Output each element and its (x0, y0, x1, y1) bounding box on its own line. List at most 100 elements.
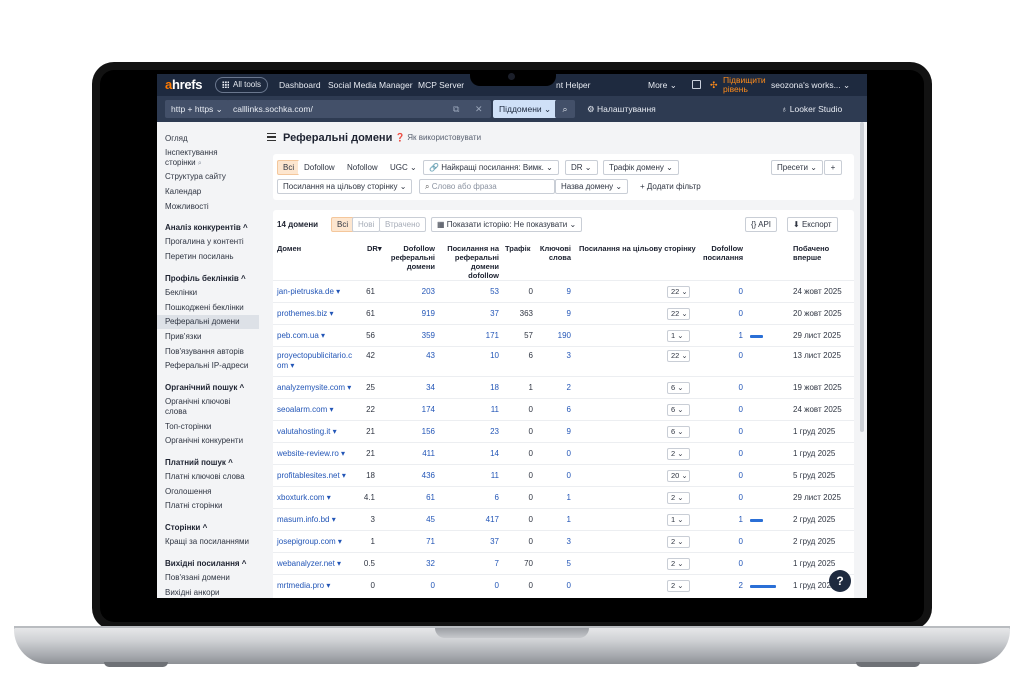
table-row[interactable]: mrtmedia.pro ▾ 0 0 0 0 0 2 ⌄ 2 1 груд 2025 (273, 574, 854, 596)
keywords-value[interactable]: 190 (539, 331, 571, 341)
dr-filter[interactable]: DR ⌄ (565, 160, 598, 175)
keywords-value[interactable]: 0 (539, 449, 571, 459)
header-dr[interactable]: DR▾ (367, 244, 382, 253)
best-links-select[interactable]: 🔗 Найкращі посилання: Вимк. ⌄ (423, 160, 559, 175)
target-links-dropdown[interactable]: 22 ⌄ (667, 308, 690, 320)
table-row[interactable]: xboxturk.com ▾ 4.1 61 6 0 1 2 ⌄ 0 29 лист 2025 (273, 486, 854, 508)
nav-mcp-server[interactable]: MCP Server (418, 74, 464, 96)
dofollow-links-value[interactable]: 0 (703, 383, 743, 393)
export-button[interactable]: ⬇ Експорт (787, 217, 838, 232)
sidebar-item-content-gap[interactable]: Прогалина у контенті (165, 237, 244, 247)
sidebar-item-opportunities[interactable]: Можливості (165, 202, 209, 212)
target-links-dropdown[interactable]: 22 ⌄ (667, 286, 690, 298)
domain-link[interactable]: prothemes.biz ▾ (277, 309, 334, 319)
links-dofollow-value[interactable]: 23 (445, 427, 499, 437)
header-dofollow-ref[interactable]: Dofollow реферальні домени (389, 244, 435, 271)
sidebar-item-site-structure[interactable]: Структура сайту (165, 172, 226, 182)
domain-link[interactable]: mrtmedia.pro ▾ (277, 581, 330, 591)
dofollow-ref-value[interactable]: 411 (389, 449, 435, 459)
tab-all[interactable]: Всі (331, 217, 355, 232)
tab-new[interactable]: Нові (352, 217, 381, 232)
looker-studio-button[interactable]: ♁ Looker Studio (781, 96, 842, 122)
target-links-filter[interactable]: Посилання на цільову сторінку ⌄ (277, 179, 413, 194)
domain-link[interactable]: website-review.ro ▾ (277, 449, 345, 459)
target-links-dropdown[interactable]: 6 ⌄ (667, 426, 690, 438)
sidebar-item-outgoing-anchors[interactable]: Вихідні анкори (165, 588, 220, 598)
add-filter-button[interactable]: + Додати фільтр (635, 180, 706, 195)
header-target-links[interactable]: Посилання на цільову сторінку (579, 244, 696, 253)
sidebar-section-outgoing[interactable]: Вихідні посилання ^ (165, 559, 246, 569)
sidebar-section-competitors[interactable]: Аналіз конкурентів ^ (165, 223, 248, 233)
dofollow-ref-value[interactable]: 71 (389, 537, 435, 547)
sidebar-item-page-inspect-2[interactable]: сторінки ⌕ (165, 158, 202, 169)
links-dofollow-value[interactable]: 18 (445, 383, 499, 393)
dofollow-links-value[interactable]: 0 (703, 287, 743, 297)
target-links-dropdown[interactable]: 2 ⌄ (667, 558, 690, 570)
header-traffic[interactable]: Трафік (505, 244, 530, 253)
dofollow-ref-value[interactable]: 156 (389, 427, 435, 437)
keywords-value[interactable]: 9 (539, 309, 571, 319)
keywords-value[interactable]: 3 (539, 351, 571, 361)
domain-link[interactable]: jan-pietruska.de ▾ (277, 287, 340, 297)
sidebar-item-overview[interactable]: Огляд (165, 134, 188, 144)
links-dofollow-value[interactable]: 53 (445, 287, 499, 297)
sidebar-item-anchors[interactable]: Прив'язки (165, 332, 201, 342)
filter-dofollow[interactable]: Dofollow (298, 160, 341, 175)
sidebar-section-pages[interactable]: Сторінки ^ (165, 523, 207, 533)
url-input[interactable]: calllinks.sochka.com/ ⧉ ✕ (227, 100, 491, 118)
dofollow-ref-value[interactable]: 61 (389, 493, 435, 503)
keywords-value[interactable]: 6 (539, 405, 571, 415)
api-button[interactable]: {} API (745, 217, 778, 232)
dofollow-ref-value[interactable]: 919 (389, 309, 435, 319)
upgrade-link[interactable]: Підвищити рівень (723, 76, 766, 94)
dofollow-ref-value[interactable]: 359 (389, 331, 435, 341)
target-links-dropdown[interactable]: 2 ⌄ (667, 580, 690, 592)
table-row[interactable]: webanalyzer.net ▾ 0.5 32 7 70 5 2 ⌄ 0 1 груд 202… (273, 552, 854, 574)
keywords-value[interactable]: 0 (539, 581, 571, 591)
keywords-value[interactable]: 9 (539, 287, 571, 297)
filter-all[interactable]: Всі (277, 160, 301, 175)
domain-link[interactable]: valutahosting.it ▾ (277, 427, 337, 437)
dofollow-ref-value[interactable]: 43 (389, 351, 435, 361)
sidebar-item-backlinks[interactable]: Беклінки (165, 288, 197, 298)
sidebar-item-page-inspect[interactable]: Інспектування (165, 148, 218, 158)
target-links-dropdown[interactable]: 2 ⌄ (667, 448, 690, 460)
table-row[interactable]: profitablesites.net ▾ 18 436 11 0 0 20 ⌄ 0 5 гру… (273, 464, 854, 486)
presets-select[interactable]: Пресети ⌄ (771, 160, 823, 175)
table-row[interactable]: website-review.ro ▾ 21 411 14 0 0 2 ⌄ 0 1 груд 2… (273, 442, 854, 464)
sidebar-section-organic[interactable]: Органічний пошук ^ (165, 383, 244, 393)
sidebar-item-organic-competitors[interactable]: Органічні конкуренти (165, 436, 243, 446)
links-dofollow-value[interactable]: 171 (445, 331, 499, 341)
header-first-seen[interactable]: Побачено вперше (793, 244, 829, 262)
filter-nofollow[interactable]: Nofollow (341, 160, 384, 175)
sidebar-item-organic-keywords-2[interactable]: слова (165, 407, 187, 417)
dofollow-links-value[interactable]: 0 (703, 537, 743, 547)
search-button[interactable]: ⌕ (555, 100, 575, 118)
domain-link[interactable]: peb.com.ua ▾ (277, 331, 325, 341)
square-icon[interactable] (692, 80, 701, 89)
sidebar-item-link-intersect[interactable]: Перетин посилань (165, 252, 234, 262)
sidebar-item-calendar[interactable]: Календар (165, 187, 201, 197)
table-row[interactable]: masum.info.bd ▾ 3 45 417 0 1 1 ⌄ 1 2 груд 2025 (273, 508, 854, 530)
domain-name-select[interactable]: Назва домену ⌄ (555, 179, 629, 194)
domain-link[interactable]: seoalarm.com ▾ (277, 405, 334, 415)
target-links-dropdown[interactable]: 2 ⌄ (667, 492, 690, 504)
table-row[interactable]: prothemes.biz ▾ 61 919 37 363 9 22 ⌄ 0 20 жовт 2… (273, 302, 854, 324)
nav-helper[interactable]: nt Helper (556, 74, 591, 96)
nav-more-menu[interactable]: More ⌄ (648, 74, 677, 96)
settings-button[interactable]: ⚙ Налаштування (587, 96, 656, 122)
domain-link[interactable]: josepigroup.com ▾ (277, 537, 342, 547)
nav-dashboard[interactable]: Dashboard (279, 74, 321, 96)
header-domain[interactable]: Домен (277, 244, 301, 253)
links-dofollow-value[interactable]: 11 (445, 471, 499, 481)
clear-icon[interactable]: ✕ (475, 100, 483, 118)
sidebar-item-referring-ips[interactable]: Реферальні IP-адреси (165, 361, 248, 371)
sidebar-item-best-by-links[interactable]: Кращі за посиланнями (165, 537, 249, 547)
table-row[interactable]: josepigroup.com ▾ 1 71 37 0 3 2 ⌄ 0 2 груд 2025 (273, 530, 854, 552)
dofollow-links-value[interactable]: 0 (703, 427, 743, 437)
keywords-value[interactable]: 1 (539, 515, 571, 525)
ahrefs-logo[interactable]: ahrefs (165, 74, 203, 96)
header-keywords[interactable]: Ключові слова (539, 244, 571, 262)
account-menu[interactable]: seozona's works... ⌄ (771, 74, 850, 96)
mode-select[interactable]: Піддомени ⌄ (493, 100, 558, 118)
